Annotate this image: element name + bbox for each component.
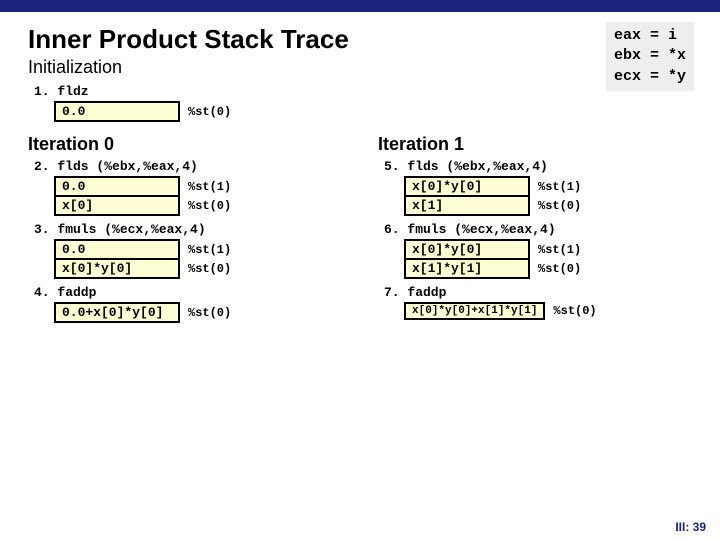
iteration-0-heading: Iteration 0 [28,134,348,155]
iteration-0-column: Iteration 0 2. flds (%ebx,%eax,4) 0.0 %s… [28,128,348,329]
stack-iter0-1: 0.0 %st(1) x[0] %st(0) [54,176,234,216]
iter0-block-2: 3. fmuls (%ecx,%eax,4) 0.0 %st(1) x[0]*y… [28,222,348,279]
stack-cell: x[0]*y[0] [405,240,529,259]
page-title: Inner Product Stack Trace [28,24,698,55]
init-block: 1. fldz 0.0 %st(0) [28,84,698,122]
stack-cell: x[1] [405,196,529,215]
stack-label: %st(0) [529,259,583,278]
stack-cell: 0.0 [55,177,179,196]
step-5: 5. flds (%ebx,%eax,4) [384,159,698,174]
stack-label: %st(1) [529,240,583,259]
stack-cell: x[0]*y[0] [55,259,179,278]
stack-label: %st(0) [529,196,583,215]
stack-iter1-2: x[0]*y[0] %st(1) x[1]*y[1] %st(0) [404,239,584,279]
step-4: 4. faddp [34,285,348,300]
stack-iter0-2: 0.0 %st(1) x[0]*y[0] %st(0) [54,239,234,279]
step-6: 6. fmuls (%ecx,%eax,4) [384,222,698,237]
step-1: 1. fldz [34,84,698,99]
iter1-block-3: 7. faddp x[0]*y[0]+x[1]*y[1] %st(0) [378,285,698,320]
iteration-1-column: Iteration 1 5. flds (%ebx,%eax,4) x[0]*y… [378,128,698,329]
iter1-block-2: 6. fmuls (%ecx,%eax,4) x[0]*y[0] %st(1) … [378,222,698,279]
stack-init: 0.0 %st(0) [54,101,232,122]
stack-cell: x[0] [55,196,179,215]
step-7: 7. faddp [384,285,698,300]
stack-label: %st(0) [179,102,232,121]
iter1-block-1: 5. flds (%ebx,%eax,4) x[0]*y[0] %st(1) x… [378,159,698,216]
iter0-block-3: 4. faddp 0.0+x[0]*y[0] %st(0) [28,285,348,323]
top-bar [0,0,720,12]
stack-label: %st(0) [179,303,232,322]
stack-cell: 0.0 [55,102,179,121]
stack-label: %st(1) [529,177,583,196]
iter0-block-1: 2. flds (%ebx,%eax,4) 0.0 %st(1) x[0] %s… [28,159,348,216]
stack-cell: x[1]*y[1] [405,259,529,278]
stack-label: %st(1) [179,240,233,259]
stack-label: %st(0) [179,259,233,278]
stack-label: %st(0) [179,196,233,215]
iteration-1-heading: Iteration 1 [378,134,698,155]
stack-cell: x[0]*y[0]+x[1]*y[1] [405,303,544,319]
page-number: III: 39 [675,520,706,534]
stack-label: %st(0) [544,303,597,319]
stack-iter0-3: 0.0+x[0]*y[0] %st(0) [54,302,232,323]
stack-label: %st(1) [179,177,233,196]
stack-cell: 0.0+x[0]*y[0] [55,303,179,322]
step-2: 2. flds (%ebx,%eax,4) [34,159,348,174]
stack-iter1-3: x[0]*y[0]+x[1]*y[1] %st(0) [404,302,598,320]
stack-cell: 0.0 [55,240,179,259]
step-3: 3. fmuls (%ecx,%eax,4) [34,222,348,237]
stack-iter1-1: x[0]*y[0] %st(1) x[1] %st(0) [404,176,584,216]
register-box: eax = i ebx = *x ecx = *y [606,22,694,91]
subtitle-initialization: Initialization [28,57,698,78]
stack-cell: x[0]*y[0] [405,177,529,196]
